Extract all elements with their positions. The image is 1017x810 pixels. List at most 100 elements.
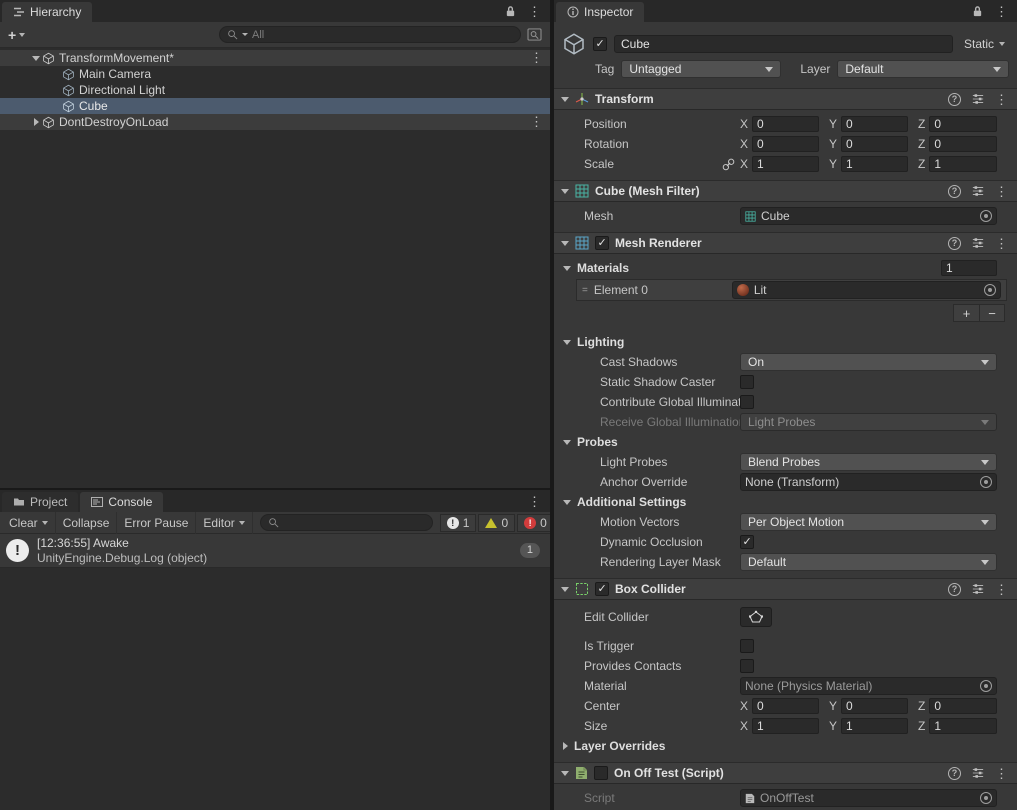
hierarchy-search-field[interactable] bbox=[219, 26, 521, 43]
kebab-menu-icon[interactable]: ⋮ bbox=[528, 5, 541, 18]
foldout-arrow[interactable] bbox=[561, 240, 569, 246]
anchor-override-field[interactable]: None (Transform) bbox=[740, 473, 997, 491]
tree-row-scene[interactable]: DontDestroyOnLoad ⋮ bbox=[0, 114, 550, 130]
materials-count-input[interactable] bbox=[941, 260, 997, 276]
help-icon[interactable]: ? bbox=[948, 582, 961, 596]
component-enabled-checkbox[interactable] bbox=[595, 582, 609, 596]
search-window-icon[interactable] bbox=[527, 28, 542, 41]
provides-contacts-checkbox[interactable] bbox=[740, 659, 754, 673]
foldout-arrow[interactable] bbox=[561, 188, 569, 194]
rendering-layer-mask-dropdown[interactable]: Default bbox=[740, 553, 997, 571]
editor-dropdown[interactable]: Editor bbox=[196, 511, 253, 534]
search-filter-chevron-icon[interactable] bbox=[242, 33, 248, 36]
edit-collider-button[interactable] bbox=[740, 607, 772, 627]
kebab-menu-icon[interactable]: ⋮ bbox=[995, 767, 1008, 780]
help-icon[interactable]: ? bbox=[948, 92, 961, 106]
position-z-input[interactable] bbox=[929, 116, 997, 132]
static-shadow-caster-checkbox[interactable] bbox=[740, 375, 754, 389]
kebab-menu-icon[interactable]: ⋮ bbox=[530, 115, 543, 128]
tab-hierarchy[interactable]: Hierarchy bbox=[2, 2, 93, 22]
position-x-input[interactable] bbox=[752, 116, 819, 132]
tag-dropdown[interactable]: Untagged bbox=[621, 60, 782, 78]
material-object-field[interactable]: Lit bbox=[731, 281, 1001, 299]
rotation-y-input[interactable] bbox=[841, 136, 908, 152]
transform-header[interactable]: Transform ? ⋮ bbox=[554, 88, 1017, 110]
foldout-arrow[interactable] bbox=[561, 770, 569, 776]
foldout-arrow[interactable] bbox=[30, 55, 42, 61]
layer-dropdown[interactable]: Default bbox=[837, 60, 1009, 78]
tab-console[interactable]: Console bbox=[80, 492, 164, 512]
lock-icon[interactable] bbox=[505, 5, 516, 18]
object-picker-icon[interactable] bbox=[984, 284, 996, 296]
size-x-input[interactable] bbox=[752, 718, 819, 734]
center-x-input[interactable] bbox=[752, 698, 819, 714]
kebab-menu-icon[interactable]: ⋮ bbox=[995, 185, 1008, 198]
remove-material-button[interactable]: − bbox=[979, 305, 1004, 321]
add-material-button[interactable]: + bbox=[954, 305, 979, 321]
tree-row[interactable]: Main Camera bbox=[0, 66, 550, 82]
foldout-arrow[interactable] bbox=[563, 499, 571, 505]
kebab-menu-icon[interactable]: ⋮ bbox=[528, 495, 541, 508]
script-object-field[interactable]: OnOffTest bbox=[740, 789, 997, 807]
light-probes-dropdown[interactable]: Blend Probes bbox=[740, 453, 997, 471]
error-filter-toggle[interactable]: ! 0 bbox=[517, 513, 550, 532]
scale-x-input[interactable] bbox=[752, 156, 819, 172]
object-picker-icon[interactable] bbox=[980, 792, 992, 804]
static-dropdown[interactable]: Static bbox=[960, 37, 1009, 51]
mesh-object-field[interactable]: Cube bbox=[740, 207, 997, 225]
material-element-row[interactable]: = Element 0 Lit bbox=[576, 279, 1007, 301]
foldout-arrow[interactable] bbox=[30, 118, 42, 126]
log-entry[interactable]: ! [12:36:55] Awake UnityEngine.Debug.Log… bbox=[0, 534, 550, 568]
is-trigger-checkbox[interactable] bbox=[740, 639, 754, 653]
center-y-input[interactable] bbox=[841, 698, 908, 714]
kebab-menu-icon[interactable]: ⋮ bbox=[995, 5, 1008, 18]
object-picker-icon[interactable] bbox=[980, 476, 992, 488]
active-checkbox[interactable] bbox=[593, 37, 607, 51]
script-component-header[interactable]: On Off Test (Script) ? ⋮ bbox=[554, 762, 1017, 784]
center-z-input[interactable] bbox=[929, 698, 997, 714]
box-collider-header[interactable]: Box Collider ? ⋮ bbox=[554, 578, 1017, 600]
console-search-input[interactable] bbox=[282, 516, 425, 529]
physics-material-field[interactable]: None (Physics Material) bbox=[740, 677, 997, 695]
error-pause-toggle[interactable]: Error Pause bbox=[117, 511, 197, 534]
size-y-input[interactable] bbox=[841, 718, 908, 734]
motion-vectors-dropdown[interactable]: Per Object Motion bbox=[740, 513, 997, 531]
kebab-menu-icon[interactable]: ⋮ bbox=[995, 583, 1008, 596]
kebab-menu-icon[interactable]: ⋮ bbox=[530, 51, 543, 64]
rotation-x-input[interactable] bbox=[752, 136, 819, 152]
drag-handle-icon[interactable]: = bbox=[582, 285, 588, 295]
create-object-button[interactable]: + bbox=[8, 27, 26, 43]
tree-row-scene[interactable]: TransformMovement* ⋮ bbox=[0, 50, 550, 66]
tree-row-selected[interactable]: Cube bbox=[0, 98, 550, 114]
component-enabled-checkbox[interactable] bbox=[594, 766, 608, 780]
scale-y-input[interactable] bbox=[841, 156, 908, 172]
link-scale-icon[interactable] bbox=[722, 158, 735, 171]
lighting-foldout[interactable]: Lighting bbox=[554, 332, 1017, 352]
help-icon[interactable]: ? bbox=[948, 184, 961, 198]
info-filter-toggle[interactable]: ! 1 bbox=[439, 513, 477, 532]
presets-icon[interactable] bbox=[972, 93, 984, 105]
contribute-gi-checkbox[interactable] bbox=[740, 395, 754, 409]
probes-foldout[interactable]: Probes bbox=[554, 432, 1017, 452]
lock-icon[interactable] bbox=[972, 5, 983, 18]
position-y-input[interactable] bbox=[841, 116, 908, 132]
kebab-menu-icon[interactable]: ⋮ bbox=[995, 237, 1008, 250]
object-picker-icon[interactable] bbox=[980, 210, 992, 222]
additional-settings-foldout[interactable]: Additional Settings bbox=[554, 492, 1017, 512]
clear-button[interactable]: Clear bbox=[2, 511, 56, 534]
foldout-arrow[interactable] bbox=[563, 339, 571, 345]
component-enabled-checkbox[interactable] bbox=[595, 236, 609, 250]
cast-shadows-dropdown[interactable]: On bbox=[740, 353, 997, 371]
presets-icon[interactable] bbox=[972, 185, 984, 197]
foldout-arrow[interactable] bbox=[563, 742, 568, 750]
foldout-arrow[interactable] bbox=[561, 586, 569, 592]
object-picker-icon[interactable] bbox=[980, 680, 992, 692]
kebab-menu-icon[interactable]: ⋮ bbox=[995, 93, 1008, 106]
hierarchy-search-input[interactable] bbox=[252, 28, 513, 41]
object-name-input[interactable] bbox=[614, 35, 953, 53]
console-search-field[interactable] bbox=[259, 514, 433, 531]
presets-icon[interactable] bbox=[972, 583, 984, 595]
tree-row[interactable]: Directional Light bbox=[0, 82, 550, 98]
rotation-z-input[interactable] bbox=[929, 136, 997, 152]
warning-filter-toggle[interactable]: 0 bbox=[478, 513, 516, 532]
